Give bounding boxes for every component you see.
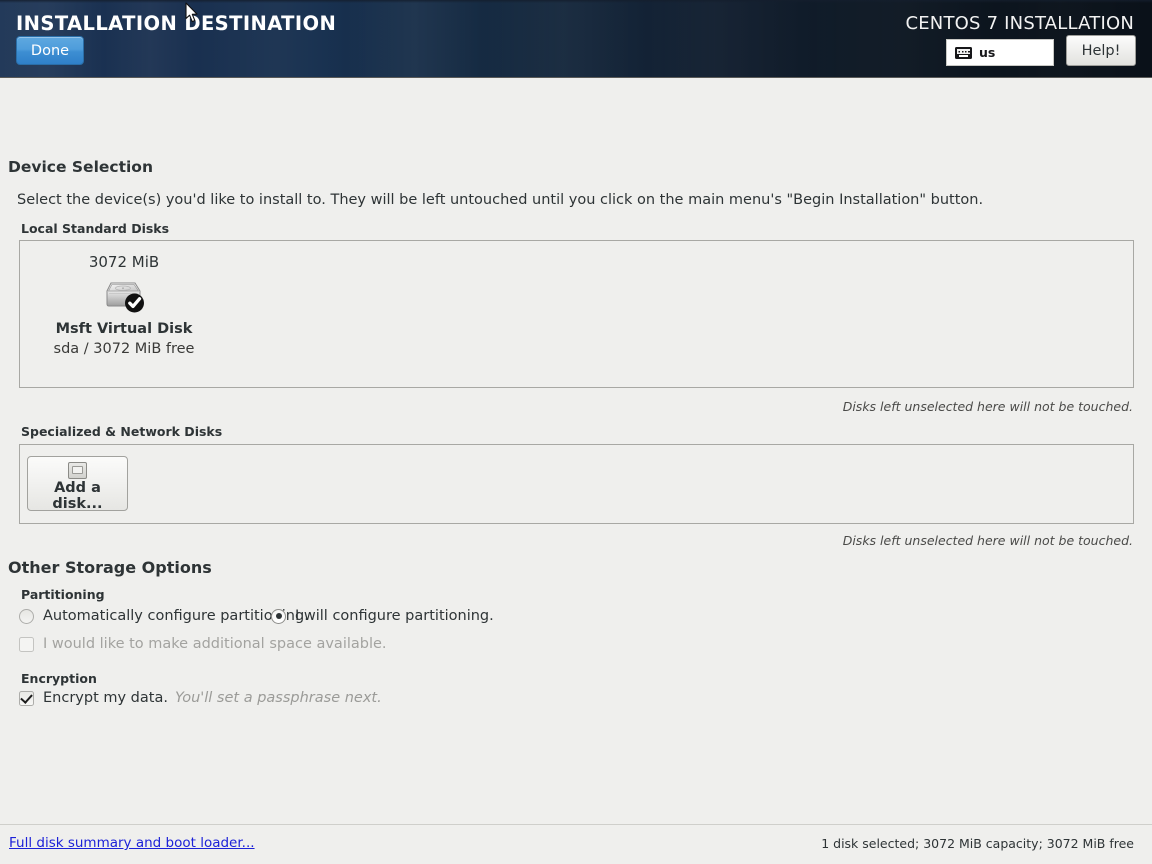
network-disks-label: Specialized & Network Disks [21,424,222,439]
device-selection-title: Device Selection [8,158,153,176]
local-disks-panel: 3072 MiB [19,240,1134,388]
checkbox-additional-space: I would like to make additional space av… [19,636,387,652]
radio-manual-partitioning-label: I will configure partitioning. [295,608,494,624]
add-disk-icon [68,462,87,479]
disk-status-summary: 1 disk selected; 3072 MiB capacity; 3072… [821,836,1134,851]
done-button[interactable]: Done [16,36,84,65]
footer-bar: Full disk summary and boot loader... 1 d… [0,824,1152,864]
app-header: INSTALLATION DESTINATION CENTOS 7 INSTAL… [0,0,1152,78]
local-standard-disks-label: Local Standard Disks [21,221,169,236]
help-button[interactable]: Help! [1066,35,1136,66]
encryption-label: Encryption [21,671,97,686]
radio-manual-partitioning[interactable]: I will configure partitioning. [271,608,494,624]
checkbox-checked-icon[interactable] [19,691,34,706]
radio-automatic-partitioning[interactable]: Automatically configure partitioning. [19,608,309,624]
keyboard-layout-label: us [979,45,995,60]
main-content: Device Selection Select the device(s) yo… [0,78,1152,864]
full-disk-summary-link[interactable]: Full disk summary and boot loader... [9,835,255,851]
other-storage-options-title: Other Storage Options [8,558,212,577]
disk-tile-sda[interactable]: 3072 MiB [40,253,208,357]
disk-name: Msft Virtual Disk [40,321,208,337]
checkbox-unchecked-disabled-icon [19,637,34,652]
radio-button-checked-icon[interactable] [271,609,286,624]
product-title: CENTOS 7 INSTALLATION [905,13,1134,34]
disk-detail: sda / 3072 MiB free [40,341,208,357]
radio-automatic-partitioning-label: Automatically configure partitioning. [43,608,309,624]
page-title: INSTALLATION DESTINATION [16,12,336,35]
add-disk-label: Add a disk... [28,480,127,512]
encrypt-hint-text: You'll set a passphrase next. [175,690,382,706]
hard-drive-icon [100,279,148,315]
add-a-disk-button[interactable]: Add a disk... [27,456,128,511]
checkbox-encrypt-my-data[interactable]: Encrypt my data. You'll set a passphrase… [19,690,382,706]
network-disks-panel: Add a disk... [19,444,1134,524]
partitioning-label: Partitioning [21,587,105,602]
checkbox-additional-space-label: I would like to make additional space av… [43,636,387,652]
device-selection-description: Select the device(s) you'd like to insta… [17,192,983,208]
disk-capacity: 3072 MiB [40,253,208,271]
checkbox-encrypt-label: Encrypt my data. [43,690,168,706]
network-unselected-note: Disks left unselected here will not be t… [843,533,1133,548]
radio-button-unchecked-icon[interactable] [19,609,34,624]
local-unselected-note: Disks left unselected here will not be t… [843,399,1133,414]
keyboard-layout-indicator[interactable]: us [946,39,1054,66]
keyboard-icon [955,47,972,59]
